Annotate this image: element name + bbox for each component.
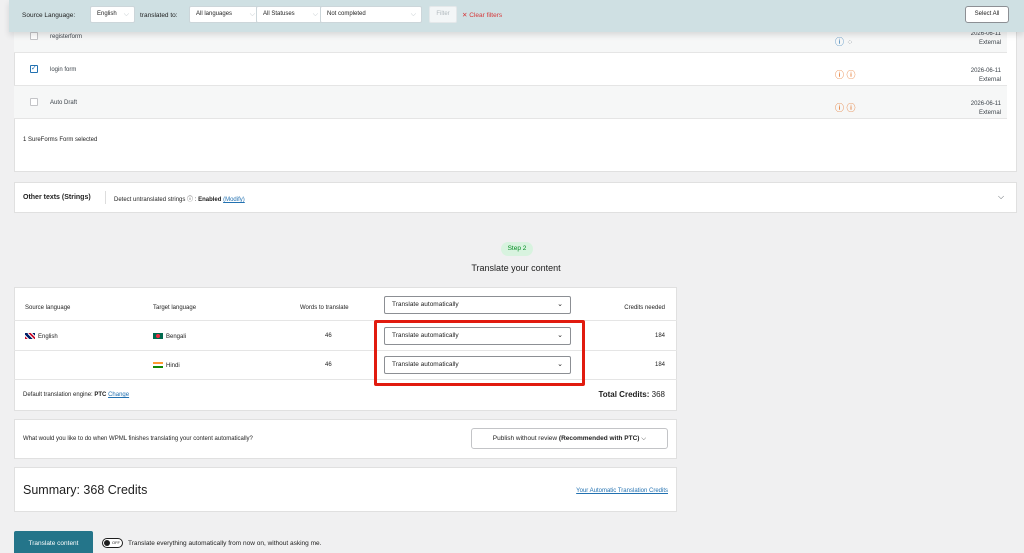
step-badge: Step 2 xyxy=(501,242,533,256)
post-translation-recommended: (Recommended with PTC) xyxy=(558,435,640,442)
form-name[interactable]: registerform xyxy=(50,34,82,40)
row-checkbox[interactable] xyxy=(30,98,38,106)
modify-link[interactable]: (Modify) xyxy=(223,197,245,203)
step-title: Translate your content xyxy=(471,263,561,273)
strings-title: Other texts (Strings) xyxy=(23,194,91,201)
auto-translate-label: Translate everything automatically from … xyxy=(128,540,322,547)
selected-count: 1 SureForms Form selected xyxy=(23,137,98,143)
table-row[interactable]: login form ⓘ ⓘ 2026-06-11 External xyxy=(14,53,1007,86)
translated-to-label: translated to: xyxy=(140,12,178,19)
header-words: Words to translate xyxy=(300,305,349,311)
post-translation-select[interactable]: Publish without review (Recommended with… xyxy=(471,428,668,449)
divider xyxy=(105,191,106,204)
clear-filters-link[interactable]: ✕ Clear filters xyxy=(462,11,502,19)
post-translation-value: Publish without review xyxy=(492,435,558,442)
post-translation-question: What would you like to do when WPML fini… xyxy=(23,436,253,442)
summary-title: Summary: 368 Credits xyxy=(23,483,148,497)
uk-flag-icon xyxy=(25,333,35,339)
chevron-down-icon: ⌵ xyxy=(249,11,255,18)
total-credits-label: Total Credits: xyxy=(598,390,650,399)
page-left-edge xyxy=(0,0,9,553)
form-date-cell: 2026-06-11 External xyxy=(971,30,1001,48)
engine-value: PTC xyxy=(94,392,107,398)
highlight-box xyxy=(374,320,585,386)
chevron-down-icon: ⌵ xyxy=(641,435,647,442)
total-credits-value: 368 xyxy=(651,390,665,399)
bulk-method-select[interactable]: Translate automatically ⌄ xyxy=(384,296,571,314)
warning-circle-icon[interactable]: ⓘ xyxy=(847,103,856,113)
question-circle-icon[interactable]: ⓘ xyxy=(187,197,193,203)
form-type: External xyxy=(978,40,1001,46)
status-icons: ⓘ ⓘ xyxy=(835,68,856,81)
translation-table-header xyxy=(14,287,677,321)
warning-circle-icon[interactable]: ⓘ xyxy=(835,70,844,80)
warning-circle-icon[interactable]: ⓘ xyxy=(847,70,856,80)
form-date: 2026-06-11 xyxy=(970,68,1001,74)
credits-link[interactable]: Your Automatic Translation Credits xyxy=(520,488,668,494)
select-all-button[interactable]: Select All xyxy=(965,6,1009,23)
chevron-down-icon[interactable]: ⌵ xyxy=(998,192,1004,202)
source-language-label: Source Language: xyxy=(22,12,76,19)
detect-label: Detect untranslated strings xyxy=(114,197,186,203)
completion-select[interactable]: Not completed ⌵ xyxy=(320,6,422,23)
translate-content-button[interactable]: Translate content xyxy=(14,531,93,553)
detect-status: Enabled xyxy=(198,197,222,203)
target-language-cell: Bengali xyxy=(153,333,186,340)
chevron-down-icon: ⌵ xyxy=(312,11,318,18)
toggle-state: OFF xyxy=(112,540,120,545)
words-cell: 46 xyxy=(325,333,332,339)
form-name[interactable]: Auto Draft xyxy=(50,100,77,106)
form-type: External xyxy=(978,77,1001,83)
status-value: All Statuses xyxy=(263,11,295,17)
table-row[interactable]: Auto Draft ⓘ ⓘ 2026-06-11 External xyxy=(14,86,1007,119)
translation-engine: Default translation engine: PTC Change xyxy=(23,392,129,398)
form-date-cell: 2026-06-11 External xyxy=(971,100,1001,118)
filter-bar: Source Language: English ⌵ translated to… xyxy=(9,0,1024,32)
source-language-cell: English xyxy=(25,333,58,340)
target-language-value: All languages xyxy=(196,11,233,17)
status-select[interactable]: All Statuses ⌵ xyxy=(256,6,324,23)
target-language-name: Hindi xyxy=(166,363,180,369)
form-date-cell: 2026-06-11 External xyxy=(971,67,1001,85)
words-cell: 46 xyxy=(325,362,332,368)
india-flag-icon xyxy=(153,362,163,368)
info-circle-icon[interactable]: ⓘ xyxy=(835,37,844,47)
status-icons: ⓘ ⁘ xyxy=(835,35,853,48)
warning-circle-icon[interactable]: ⓘ xyxy=(835,103,844,113)
row-checkbox[interactable] xyxy=(30,32,38,40)
total-credits: Total Credits: 368 xyxy=(555,390,665,399)
target-language-cell: Hindi xyxy=(153,362,180,369)
chevron-down-icon: ⌵ xyxy=(123,11,129,18)
clear-filters-label: Clear filters xyxy=(469,12,503,19)
source-language-select[interactable]: English ⌵ xyxy=(90,6,135,23)
detect-strings-text: Detect untranslated strings ⓘ : Enabled … xyxy=(114,197,245,203)
header-target-language: Target language xyxy=(153,305,197,311)
form-name[interactable]: login form xyxy=(50,67,76,73)
change-engine-link[interactable]: Change xyxy=(108,392,129,398)
chevron-down-icon: ⌵ xyxy=(410,11,416,18)
row-checkbox-checked[interactable] xyxy=(30,64,38,73)
source-language-value: English xyxy=(97,11,117,17)
bulk-method-value: Translate automatically xyxy=(392,301,459,308)
completion-value: Not completed xyxy=(327,11,366,17)
spinner-icon: ⁘ xyxy=(846,38,854,47)
header-credits: Credits needed xyxy=(624,305,665,311)
status-icons: ⓘ ⓘ xyxy=(835,101,856,114)
engine-label: Default translation engine: xyxy=(23,392,93,398)
auto-translate-toggle[interactable]: OFF xyxy=(102,538,123,548)
filter-button[interactable]: Filter xyxy=(429,6,457,23)
bangladesh-flag-icon xyxy=(153,333,163,339)
target-language-name: Bengali xyxy=(166,334,187,340)
target-language-select[interactable]: All languages ⌵ xyxy=(189,6,261,23)
header-source-language: Source language xyxy=(25,305,71,311)
close-icon: ✕ xyxy=(462,12,468,19)
form-type: External xyxy=(978,110,1001,116)
source-language-name: English xyxy=(38,334,58,340)
form-date: 2026-06-11 xyxy=(970,101,1001,107)
